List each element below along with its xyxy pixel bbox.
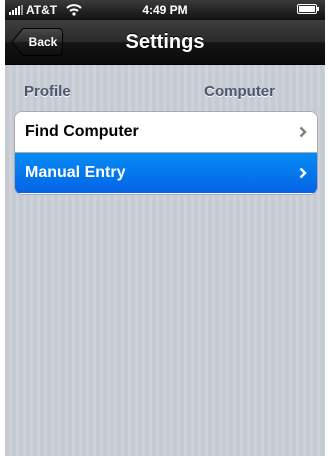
manual-entry-row[interactable]: Manual Entry: [15, 152, 317, 193]
chevron-right-icon: [299, 167, 307, 179]
computer-header: Computer: [204, 83, 275, 100]
settings-table: Find Computer Manual Entry: [14, 111, 318, 195]
find-computer-label: Find Computer: [25, 123, 139, 140]
navigation-bar: Back Settings: [5, 20, 325, 65]
status-bar: AT&T 4:49 PM: [5, 0, 325, 20]
settings-screen: AT&T 4:49 PM Back Settings Profile Compu…: [5, 0, 325, 456]
manual-entry-label: Manual Entry: [25, 164, 126, 181]
page-title: Settings: [125, 31, 205, 53]
profile-header: Profile: [24, 83, 71, 100]
chevron-right-icon: [299, 126, 307, 138]
section-header: Profile Computer: [5, 83, 325, 103]
find-computer-row[interactable]: Find Computer: [15, 112, 317, 152]
battery-icon: [297, 4, 319, 14]
status-time: 4:49 PM: [142, 3, 188, 17]
